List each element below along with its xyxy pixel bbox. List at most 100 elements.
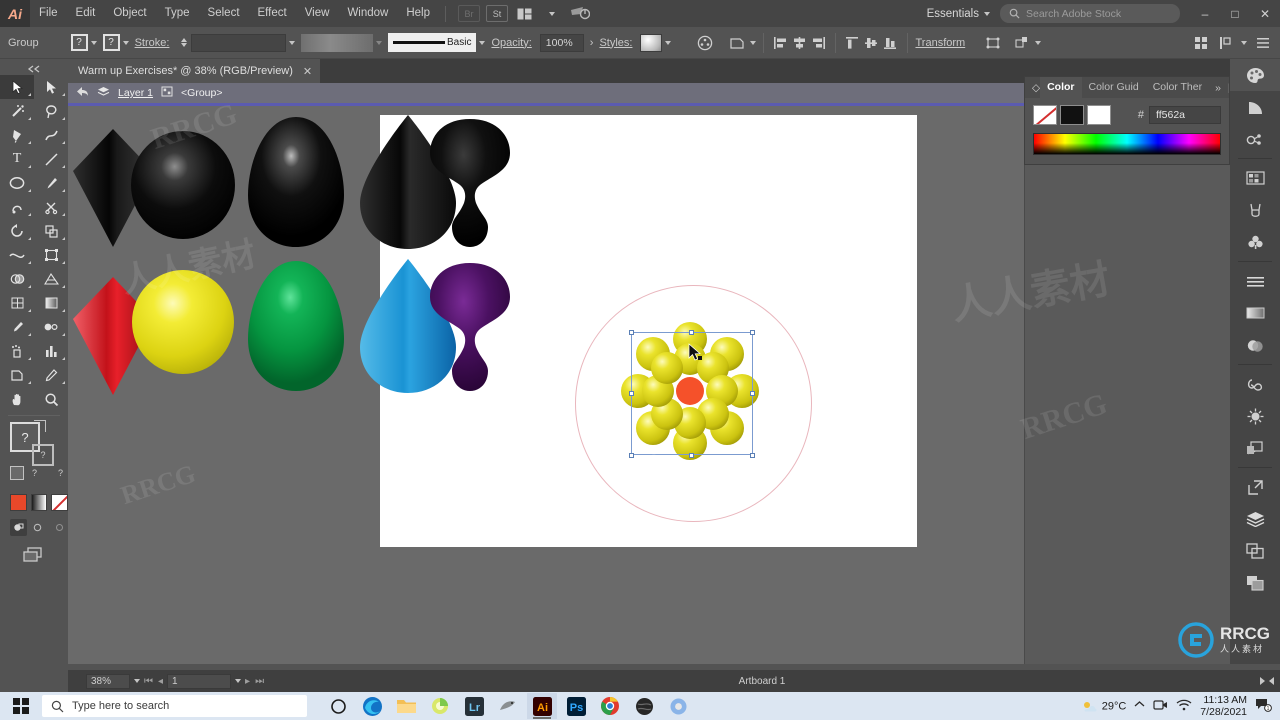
scale-tool[interactable]: [34, 219, 68, 243]
document-setup-icon[interactable]: [1216, 33, 1235, 52]
menu-edit[interactable]: Edit: [67, 0, 105, 27]
stroke-weight-field[interactable]: [191, 33, 287, 52]
arrange-documents-icon[interactable]: [512, 4, 536, 24]
close-icon[interactable]: ✕: [303, 65, 312, 78]
stroke-color-swatch[interactable]: ?: [102, 34, 120, 51]
ellipse-tool[interactable]: [0, 171, 34, 195]
panel-collapse-icon[interactable]: ◇: [1025, 82, 1040, 94]
align-bottom-icon[interactable]: [881, 33, 900, 52]
breadcrumb-group-label[interactable]: <Group>: [181, 87, 222, 99]
menu-window[interactable]: Window: [338, 0, 397, 27]
brushes-icon[interactable]: [1230, 194, 1280, 226]
color-panel-icon[interactable]: [1230, 59, 1280, 91]
brush-chevron-down-icon[interactable]: [479, 40, 486, 45]
select-similar-icon[interactable]: [1012, 33, 1031, 52]
variable-width-profile[interactable]: [301, 33, 374, 52]
pathfinder-icon[interactable]: [1230, 567, 1280, 599]
stroke-weight-chevron-down-icon[interactable]: [289, 40, 296, 45]
notifications-icon[interactable]: 1: [1255, 697, 1272, 715]
graphic-style-swatch[interactable]: [640, 33, 663, 52]
layers-icon[interactable]: [1230, 503, 1280, 535]
opacity-field[interactable]: 100%: [539, 33, 584, 52]
styles-chevron-down-icon[interactable]: [665, 40, 672, 45]
first-artboard-button[interactable]: ⏮: [144, 676, 153, 687]
align-top-icon[interactable]: [843, 33, 862, 52]
rotate-tool[interactable]: [0, 219, 34, 243]
hand-tool[interactable]: [0, 387, 34, 411]
menu-view[interactable]: View: [296, 0, 339, 27]
menu-object[interactable]: Object: [104, 0, 155, 27]
align-left-icon[interactable]: [771, 33, 790, 52]
start-button[interactable]: [0, 692, 42, 720]
line-segment-tool[interactable]: [34, 147, 68, 171]
width-tool[interactable]: [0, 243, 34, 267]
toolbar-collapse-icon[interactable]: [0, 65, 68, 73]
align-right-icon[interactable]: [809, 33, 828, 52]
hourglass-black[interactable]: [418, 115, 523, 250]
arrange-chevron-down-icon[interactable]: [540, 4, 564, 24]
arrange-documents-grid-icon[interactable]: [1191, 33, 1210, 52]
handle-top-left[interactable]: [628, 329, 634, 335]
tab-color-guide[interactable]: Color Guid: [1082, 77, 1146, 98]
home-screen-icon[interactable]: [568, 4, 592, 24]
photoshop-icon[interactable]: Ps: [561, 693, 591, 719]
styles-label[interactable]: Styles:: [599, 37, 632, 49]
wifi-icon[interactable]: [1176, 699, 1192, 714]
status-prev-icon[interactable]: [1268, 677, 1274, 685]
stroke-weight-stepper[interactable]: [181, 38, 188, 47]
white-swatch[interactable]: [1087, 105, 1111, 125]
direct-selection-tool[interactable]: [34, 75, 68, 99]
egg-black[interactable]: [236, 111, 356, 251]
draw-normal-icon[interactable]: [10, 519, 28, 536]
chrome-beta-icon[interactable]: [663, 693, 693, 719]
breadcrumb-layer-label[interactable]: Layer 1: [118, 87, 153, 99]
photos-app-icon[interactable]: [425, 693, 455, 719]
weather-widget[interactable]: 29°C: [1082, 700, 1126, 713]
sphere-yellow[interactable]: [128, 265, 238, 380]
taskbar-clock[interactable]: 11:13 AM 7/28/2021: [1200, 694, 1247, 718]
artboard-tool[interactable]: [0, 363, 34, 387]
back-arrow-icon[interactable]: [76, 86, 89, 100]
hex-input[interactable]: ff562a: [1149, 106, 1221, 124]
tab-color[interactable]: Color: [1040, 77, 1082, 98]
lasso-tool[interactable]: [34, 99, 68, 123]
search-stock-field[interactable]: Search Adobe Stock: [1000, 4, 1180, 23]
paintbrush-tool[interactable]: [34, 171, 68, 195]
select-similar-chevron-down-icon[interactable]: [1035, 40, 1042, 45]
selection-tool[interactable]: [0, 75, 34, 99]
eyedropper-tool[interactable]: [0, 315, 34, 339]
none-swatch[interactable]: [1033, 105, 1057, 125]
tab-color-themes[interactable]: Color Ther: [1146, 77, 1209, 98]
handle-middle-right[interactable]: [750, 391, 755, 396]
mesh-tool[interactable]: [0, 291, 34, 315]
handle-top-right[interactable]: [750, 329, 755, 335]
bird-app-icon[interactable]: [493, 693, 523, 719]
shaper-tool[interactable]: [0, 195, 34, 219]
stock-icon[interactable]: St: [486, 5, 508, 22]
free-transform-tool[interactable]: [34, 243, 68, 267]
symbols-icon[interactable]: [1230, 226, 1280, 258]
bridge-icon[interactable]: Br: [458, 5, 480, 22]
scissors-tool[interactable]: [34, 195, 68, 219]
menu-file[interactable]: File: [30, 0, 67, 27]
tray-chevron-up-icon[interactable]: [1134, 700, 1145, 712]
transparency-icon[interactable]: [1230, 329, 1280, 361]
hourglass-purple[interactable]: [418, 259, 523, 394]
prev-artboard-button[interactable]: ◂: [158, 676, 163, 687]
color-guide-icon[interactable]: [1230, 91, 1280, 123]
recolor-artwork-icon[interactable]: [695, 33, 714, 52]
transform-label[interactable]: Transform: [915, 37, 965, 49]
align-middle-icon[interactable]: [862, 33, 881, 52]
file-explorer-icon[interactable]: [391, 693, 421, 719]
minimize-button[interactable]: –: [1190, 0, 1220, 27]
menu-effect[interactable]: Effect: [249, 0, 296, 27]
blend-tool[interactable]: [34, 315, 68, 339]
zoom-tool[interactable]: [34, 387, 68, 411]
lightroom-icon[interactable]: Lr: [459, 693, 489, 719]
document-tab[interactable]: Warm up Exercises* @ 38% (RGB/Preview) ✕: [68, 59, 321, 83]
swatches-icon[interactable]: [1230, 162, 1280, 194]
align-center-horizontal-icon[interactable]: [790, 33, 809, 52]
draw-inside-icon[interactable]: [51, 519, 68, 536]
handle-top-center[interactable]: [689, 329, 694, 335]
draw-behind-icon[interactable]: [30, 519, 47, 536]
